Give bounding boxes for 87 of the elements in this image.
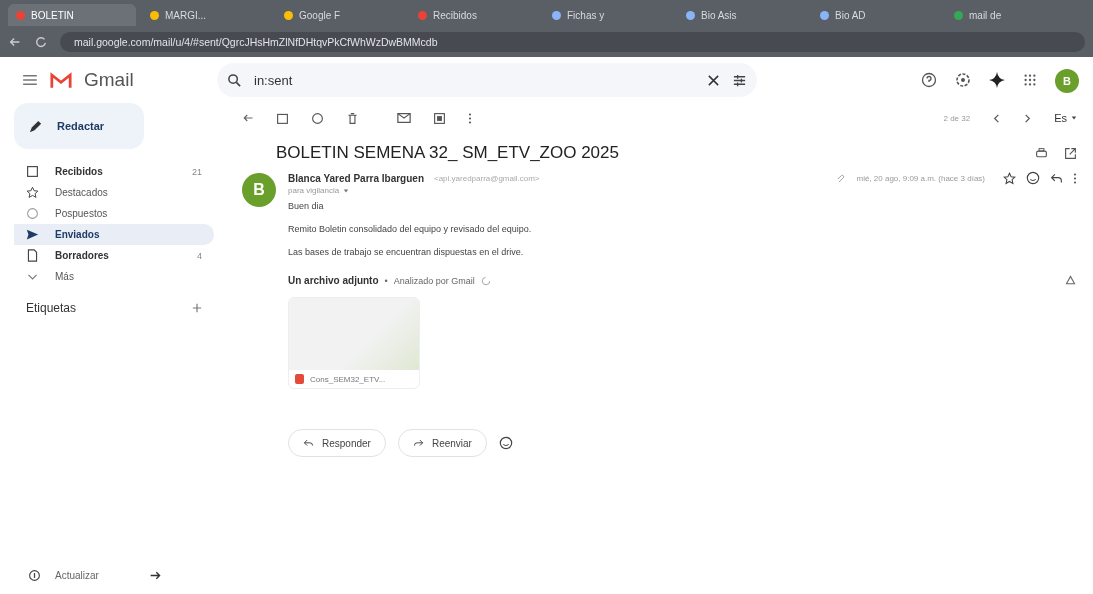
forward-button[interactable]: Reenviar (397, 429, 487, 457)
apps-grid-icon[interactable] (1023, 73, 1037, 87)
sender-avatar: B (242, 173, 276, 207)
back-icon[interactable] (8, 35, 22, 49)
browser-tab[interactable]: Google F (276, 4, 404, 26)
attachment-filename: Cons_SEM32_ETV... (310, 374, 386, 384)
tab-favicon-icon (686, 10, 695, 20)
browser-tab[interactable]: Recibidos (410, 4, 538, 26)
pencil-icon (28, 118, 43, 134)
forward-arrow-icon (412, 437, 424, 449)
filter-icon[interactable] (732, 72, 747, 88)
reply-button[interactable]: Responder (288, 429, 386, 457)
caret-icon (1071, 115, 1077, 121)
tab-favicon-icon (418, 10, 427, 20)
plus-icon[interactable] (192, 303, 202, 313)
star-icon[interactable] (1003, 171, 1016, 185)
tab-favicon-icon (16, 10, 25, 20)
sparkle-icon[interactable] (989, 72, 1005, 88)
sender-name: Blanca Yared Parra Ibarguen (288, 172, 424, 184)
reply-arrow-icon (303, 437, 314, 449)
language-selector[interactable]: Es (1054, 112, 1077, 124)
tab-favicon-icon (954, 10, 963, 20)
email-subject: BOLETIN SEMENA 32_ SM_ETV_ZOO 2025 (276, 143, 619, 163)
app-name: Gmail (84, 69, 134, 91)
sidebar-item[interactable]: Borradores 4 (14, 245, 214, 266)
browser-tab[interactable]: Bio AD (812, 4, 940, 26)
archive-icon[interactable] (276, 111, 289, 125)
attachments-heading: Un archivo adjunto (288, 275, 379, 286)
message-paragraph: Las bases de trabajo se encuentran dispuestas en el drive. (288, 247, 525, 257)
settings-icon[interactable] (955, 72, 971, 88)
open-external-icon[interactable] (1064, 146, 1077, 160)
compose-button[interactable]: Redactar (14, 103, 144, 149)
browser-tab[interactable]: mail de (946, 4, 1074, 26)
browser-tab[interactable]: BOLETIN (8, 4, 136, 26)
tab-favicon-icon (284, 10, 293, 20)
browser-tab[interactable]: Bio Asis (678, 4, 806, 26)
browser-tab[interactable]: MARGI... (142, 4, 270, 26)
search-icon[interactable] (227, 72, 242, 88)
search-field[interactable]: in:sent (217, 63, 757, 97)
message-counter: 2 de 32 (943, 113, 971, 123)
sidebar-item[interactable]: Destacados (14, 182, 214, 203)
message-paragraph: Remito Boletin consolidado del equipo y revisado del equipo. (288, 224, 533, 234)
more-vertical-icon[interactable] (1073, 171, 1077, 185)
clock-icon (26, 207, 39, 220)
sidebar-item[interactable]: Recibidos 21 (14, 161, 214, 182)
pdf-file-icon (295, 374, 304, 384)
info-icon (28, 569, 41, 582)
inbox-icon (26, 165, 39, 178)
sidebar-item[interactable]: Pospuestos (14, 203, 214, 224)
labels-heading: Etiquetas (26, 301, 77, 315)
draft-icon (26, 249, 39, 262)
envelope-icon[interactable] (397, 111, 411, 125)
address-bar[interactable]: mail.google.com/mail/u/4/#sent/QgrcJHsHmZlNfDHtqvPkCfWhWzDwBMMcdb (60, 32, 1085, 52)
update-link[interactable]: Actualizar (55, 570, 135, 581)
spinner-icon (480, 275, 491, 286)
scan-note: Analizado por Gmail (393, 275, 475, 286)
clock-icon[interactable] (311, 111, 324, 125)
tab-favicon-icon (552, 10, 561, 20)
help-icon[interactable] (921, 72, 937, 88)
menu-icon[interactable] (22, 74, 38, 86)
separator-dot: • (384, 275, 388, 286)
caret-icon (343, 187, 350, 194)
tab-favicon-icon (820, 10, 829, 20)
next-icon[interactable] (1023, 113, 1033, 123)
reload-icon[interactable] (34, 35, 48, 49)
reply-icon[interactable] (1050, 171, 1063, 185)
browser-tab[interactable]: Fichas y (544, 4, 672, 26)
envelope-logo-icon (50, 71, 72, 89)
message-date: mié, 20 ago, 9:09 a.m. (hace 3 días) (856, 173, 985, 183)
send-icon (26, 228, 39, 241)
back-arrow-icon[interactable] (242, 112, 254, 124)
more-vertical-icon[interactable] (468, 111, 472, 125)
sidebar-item[interactable]: Enviados (14, 224, 214, 245)
sender-email: <api.yaredparra@gmail.com> (434, 173, 540, 183)
print-icon[interactable] (1035, 146, 1048, 160)
message-paragraph: Buen dia (288, 201, 325, 211)
tab-favicon-icon (150, 10, 159, 20)
emoji-icon[interactable] (498, 436, 513, 450)
star-icon (26, 186, 39, 199)
close-icon[interactable] (707, 73, 720, 87)
trash-icon[interactable] (346, 111, 359, 125)
attachment-card[interactable]: Cons_SEM32_ETV... (288, 297, 420, 389)
previous-icon[interactable] (992, 113, 1002, 123)
sidebar-item[interactable]: Más (14, 266, 214, 287)
attachment-clip-icon (835, 172, 847, 184)
emoji-icon[interactable] (1026, 171, 1040, 185)
arrow-right-icon[interactable] (149, 569, 162, 582)
